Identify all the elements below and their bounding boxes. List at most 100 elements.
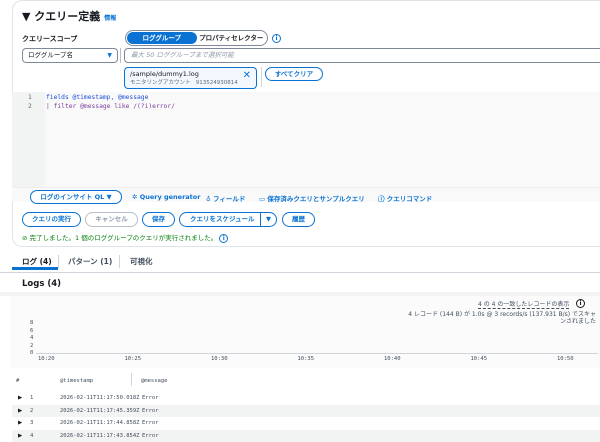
- schedule-button[interactable]: クエリをスケジュール ▼: [179, 212, 277, 227]
- line-number: 1: [28, 94, 32, 101]
- token-name: /sample/dummy1.log: [130, 70, 199, 78]
- seg-property-selector[interactable]: プロパティセレクター: [197, 32, 267, 44]
- expand-icon[interactable]: ▶: [18, 433, 22, 439]
- active-tab-indicator: [12, 267, 58, 270]
- query-editor[interactable]: 12 fields @timestamp, @message | filter @…: [12, 92, 600, 202]
- row-timestamp: 2026-02-11T11:17:50.018Z: [60, 395, 140, 401]
- status-message: ⊘ 完了しました。1 個のロググループのクエリが実行されました。 i: [22, 232, 229, 243]
- tab-logs[interactable]: ログ (4): [22, 256, 52, 267]
- log-group-search-input[interactable]: 最大 50 ロググループまで選択可能: [124, 48, 600, 63]
- x-tick-label: 10:30: [211, 356, 228, 362]
- run-query-button[interactable]: クエリの実行: [22, 212, 81, 227]
- tab-patterns[interactable]: パターン (1): [68, 256, 112, 267]
- ql-label: ログのインサイト QL: [40, 193, 105, 201]
- token-sub: モニタリングアカウント: [130, 80, 191, 86]
- expand-icon[interactable]: ▶: [18, 395, 22, 401]
- clear-all-button[interactable]: すべてクリア: [265, 67, 323, 81]
- row-index: 3: [30, 420, 34, 427]
- schedule-label: クエリをスケジュール: [190, 215, 255, 223]
- title-text: クエリー定義: [34, 10, 101, 23]
- col-header-timestamp[interactable]: @timestamp: [60, 378, 93, 384]
- table-row[interactable]: ▶ 2 2026-02-11T11:17:45.359Z Error: [12, 404, 600, 417]
- saved-label: 保存済みクエリとサンプルクエリ: [267, 195, 365, 203]
- lightbulb-icon: ♁: [206, 195, 214, 203]
- x-tick-label: 10:40: [384, 356, 401, 362]
- y-tick-label: 6: [30, 327, 34, 334]
- info-link[interactable]: 情報: [104, 15, 116, 22]
- divider: [119, 255, 120, 268]
- divider: [131, 373, 132, 386]
- divider: [120, 48, 121, 63]
- collapse-caret-icon: ▼: [22, 10, 35, 23]
- expand-icon[interactable]: ▶: [18, 408, 22, 414]
- col-header-message[interactable]: @message: [141, 378, 168, 384]
- query-generator-button[interactable]: ✲ Query generator: [132, 193, 200, 201]
- code-line: fields @timestamp, @message: [46, 94, 149, 101]
- x-tick-label: 10:50: [557, 356, 574, 362]
- row-index: 4: [30, 433, 34, 440]
- y-tick-label: 0: [30, 350, 34, 356]
- scan-stats: 4 レコード (144 B) が 1.0s @ 3 records/s (137…: [408, 311, 596, 325]
- success-icon: ⊘: [22, 234, 30, 242]
- table-row[interactable]: ▶ 1 2026-02-11T11:17:50.018Z Error: [12, 392, 600, 404]
- fields-button[interactable]: ♁ フィールド: [206, 193, 245, 203]
- code-line: | filter @message like /(?i)error/: [46, 103, 175, 110]
- divider: [261, 67, 262, 87]
- col-header-index: #: [16, 378, 20, 384]
- y-tick-label: 4: [30, 335, 34, 341]
- save-button[interactable]: 保存: [142, 212, 175, 227]
- row-message: Error: [142, 420, 159, 427]
- line-number: 2: [28, 103, 32, 110]
- table-row[interactable]: ▶ 3 2026-02-11T11:17:44.858Z Error: [12, 417, 600, 430]
- row-index: 1: [30, 395, 34, 401]
- tab-visualization[interactable]: 可視化: [130, 256, 153, 267]
- y-tick-label: 8: [30, 320, 34, 326]
- info-icon[interactable]: i: [576, 299, 585, 308]
- gen-label: Query generator: [139, 193, 201, 201]
- logs-heading: Logs (4): [22, 279, 62, 289]
- x-axis: [36, 353, 598, 354]
- chevron-down-icon: ▼: [106, 193, 112, 201]
- saved-queries-button[interactable]: ▭ 保存済みクエリとサンプルクエリ: [259, 193, 365, 203]
- table-row[interactable]: ▶ 4 2026-02-11T11:17:43.854Z Error: [12, 430, 600, 442]
- fields-label: フィールド: [213, 195, 246, 203]
- help-icon: ⓘ: [378, 195, 387, 203]
- chevron-down-icon: ▼: [107, 52, 112, 59]
- code-text: fields @timestamp, @message | filter @mes…: [46, 93, 175, 111]
- close-icon[interactable]: ✕: [243, 70, 251, 81]
- query-commands-button[interactable]: ⓘ クエリコマンド: [378, 193, 432, 203]
- cmds-label: クエリコマンド: [386, 195, 433, 203]
- records-shown: 4 の 4 の一致したレコードの表示: [478, 301, 570, 309]
- x-tick-label: 10:20: [38, 356, 55, 362]
- row-message: Error: [142, 433, 159, 440]
- token-id: 913524930814: [195, 80, 238, 86]
- info-icon[interactable]: i: [272, 34, 281, 43]
- row-message: Error: [142, 395, 159, 401]
- info-icon[interactable]: i: [219, 233, 229, 243]
- status-text: 完了しました。1 個のロググループのクエリが実行されました。: [29, 234, 218, 242]
- log-group-token: /sample/dummy1.log モニタリングアカウント 913524930…: [124, 67, 257, 89]
- expand-icon[interactable]: ▶: [18, 420, 22, 426]
- x-tick-label: 10:35: [297, 356, 315, 362]
- tabs-divider: [0, 272, 600, 273]
- row-index: 2: [30, 407, 34, 414]
- dropdown-value: ロググループ名: [28, 51, 73, 59]
- sparkle-icon: ✲: [132, 193, 140, 201]
- seg-log-group[interactable]: ロググループ: [127, 32, 197, 44]
- x-tick-label: 10:25: [124, 356, 142, 362]
- log-group-dropdown[interactable]: ロググループ名 ▼: [22, 48, 118, 63]
- cancel-button[interactable]: キャンセル: [85, 212, 138, 227]
- history-button[interactable]: 履歴: [282, 212, 315, 227]
- row-message: Error: [142, 407, 159, 414]
- chevron-down-icon[interactable]: ▼: [260, 213, 276, 226]
- scope-label: クエリースコープ: [22, 35, 78, 43]
- line-numbers: 12: [28, 93, 32, 111]
- x-tick-label: 10:45: [470, 356, 488, 362]
- divider: [58, 255, 59, 268]
- query-language-dropdown[interactable]: ログのインサイト QL ▼: [30, 190, 122, 204]
- scope-segmented: ロググループ プロパティセレクター: [125, 30, 268, 46]
- panel-title: ▼ クエリー定義 情報: [22, 8, 116, 24]
- y-tick-label: 2: [30, 342, 34, 349]
- row-timestamp: 2026-02-11T11:17:45.359Z: [60, 407, 140, 414]
- row-timestamp: 2026-02-11T11:17:43.854Z: [60, 433, 140, 440]
